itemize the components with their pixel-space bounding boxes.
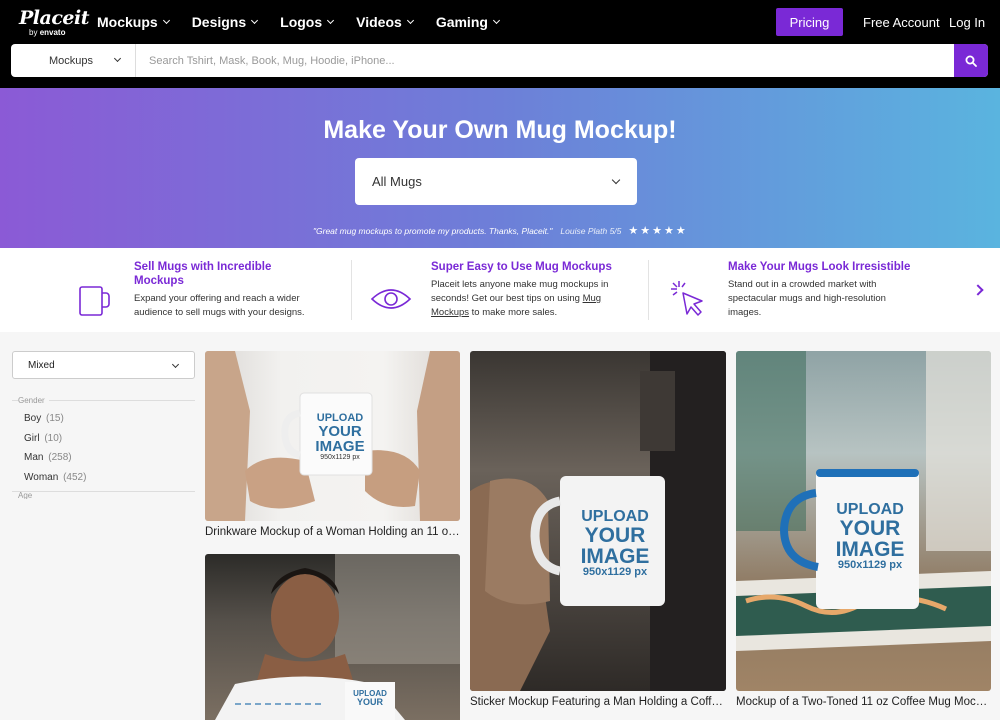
chevron-down-icon: [162, 16, 170, 25]
feature-title: Make Your Mugs Look Irresistible: [728, 261, 911, 273]
mockup-thumbnail: UPLOAD YOUR: [205, 554, 460, 720]
feature-text: Expand your offering and reach a wider a…: [134, 293, 305, 318]
cursor-click-icon: [671, 281, 703, 316]
eye-icon: [370, 289, 412, 309]
chevron-down-icon: [611, 175, 621, 185]
feature-text: Placeit lets anyone make mug mockups in …: [431, 279, 609, 318]
nav-gaming[interactable]: Gaming: [436, 14, 500, 30]
sort-select[interactable]: Mixed: [12, 351, 195, 379]
pricing-button[interactable]: Pricing: [776, 8, 843, 36]
search-category-select[interactable]: Mockups: [11, 44, 136, 77]
chevron-down-icon: [171, 360, 180, 369]
woman-smiling-mug-image: [215, 554, 460, 720]
star-rating-icon: ★★★★★: [628, 225, 688, 237]
mockup-card[interactable]: UPLOAD YOUR IMAGE 950x1129 px Drinkware …: [205, 351, 460, 545]
chevron-down-icon: [327, 16, 335, 25]
search-button[interactable]: [954, 44, 988, 77]
testimonial: "Great mug mockups to promote my product…: [313, 224, 688, 237]
chevron-down-icon: [492, 16, 500, 25]
main-menu: Mockups Designs Logos Videos Gaming: [97, 14, 522, 30]
mockup-caption: Sticker Mockup Featuring a Man Holding a…: [470, 696, 726, 708]
mug-placeholder-text: UPLOAD YOUR IMAGE 950x1129 px: [835, 501, 905, 571]
mug-icon: [79, 286, 110, 316]
filter-option-woman[interactable]: Woman (452): [24, 472, 195, 492]
nav-videos[interactable]: Videos: [356, 14, 414, 30]
gender-filter: Gender Boy (15) Girl (10) Man (258) Woma…: [12, 396, 195, 492]
mockup-card[interactable]: UPLOAD YOUR IMAGE 950x1129 px Mockup of …: [736, 351, 991, 716]
free-account-link[interactable]: Free Account: [863, 15, 940, 30]
mug-placeholder-text: UPLOAD YOUR IMAGE 950x1129 px: [580, 508, 650, 578]
mug-placeholder-text: UPLOAD YOUR IMAGE 950x1129 px: [315, 412, 365, 462]
search-input[interactable]: [136, 44, 954, 77]
placeit-logo[interactable]: Placeit by envato: [19, 8, 89, 37]
testimonial-author: Louise Plath 5/5: [560, 225, 622, 236]
chevron-down-icon: [113, 54, 122, 63]
feature-text: Stand out in a crowded market with spect…: [728, 279, 886, 318]
nav-designs[interactable]: Designs: [192, 14, 259, 30]
filter-option-boy[interactable]: Boy (15): [24, 413, 195, 433]
age-filter: Age: [12, 491, 195, 499]
filter-option-girl[interactable]: Girl (10): [24, 433, 195, 453]
mockup-caption: Drinkware Mockup of a Woman Holding an 1…: [205, 526, 460, 538]
search-bar: Mockups: [11, 44, 988, 77]
mockup-thumbnail: UPLOAD YOUR IMAGE 950x1129 px: [736, 351, 991, 691]
mockup-thumbnail: UPLOAD YOUR IMAGE 950x1129 px: [470, 351, 726, 691]
mug-placeholder-text: UPLOAD YOUR: [353, 689, 387, 707]
feature-title: Super Easy to Use Mug Mockups: [431, 261, 612, 273]
feature-irresistible: Make Your Mugs Look Irresistible Stand o…: [649, 259, 969, 329]
nav-logos[interactable]: Logos: [280, 14, 335, 30]
logo-byline: by envato: [29, 28, 66, 37]
feature-title: Sell Mugs with Incredible Mockups: [134, 261, 272, 287]
mockup-caption: Mockup of a Two-Toned 11 oz Coffee Mug M…: [736, 696, 991, 708]
login-link[interactable]: Log In: [949, 15, 985, 30]
testimonial-quote: "Great mug mockups to promote my product…: [313, 225, 553, 236]
results-area: Mixed Gender Boy (15) Girl (10) Man (258…: [0, 332, 1000, 720]
chevron-down-icon: [406, 16, 414, 25]
page-title: Make Your Own Mug Mockup!: [323, 116, 677, 144]
features-strip: Sell Mugs with Incredible Mockups Expand…: [0, 248, 1000, 332]
feature-easy: Super Easy to Use Mug Mockups Placeit le…: [352, 259, 647, 329]
top-navbar: Placeit by envato Mockups Designs Logos …: [0, 0, 1000, 88]
filter-option-man[interactable]: Man (258): [24, 452, 195, 472]
mockup-thumbnail: UPLOAD YOUR IMAGE 950x1129 px: [205, 351, 460, 521]
search-icon: [965, 55, 977, 67]
filter-heading: Age: [18, 492, 37, 499]
mug-category-select[interactable]: All Mugs: [355, 158, 637, 205]
filter-heading: Gender: [18, 396, 49, 405]
nav-mockups[interactable]: Mockups: [97, 14, 170, 30]
hero-banner: Make Your Own Mug Mockup! All Mugs "Grea…: [0, 88, 1000, 248]
chevron-down-icon: [251, 16, 259, 25]
chevron-right-icon[interactable]: [972, 284, 984, 296]
logo-wordmark: Placeit: [19, 7, 89, 29]
mockup-card[interactable]: UPLOAD YOUR: [205, 554, 460, 720]
mockup-card[interactable]: UPLOAD YOUR IMAGE 950x1129 px Sticker Mo…: [470, 351, 726, 716]
feature-sell: Sell Mugs with Incredible Mockups Expand…: [0, 259, 350, 329]
filter-sidebar: Mixed Gender Boy (15) Girl (10) Man (258…: [12, 351, 195, 499]
